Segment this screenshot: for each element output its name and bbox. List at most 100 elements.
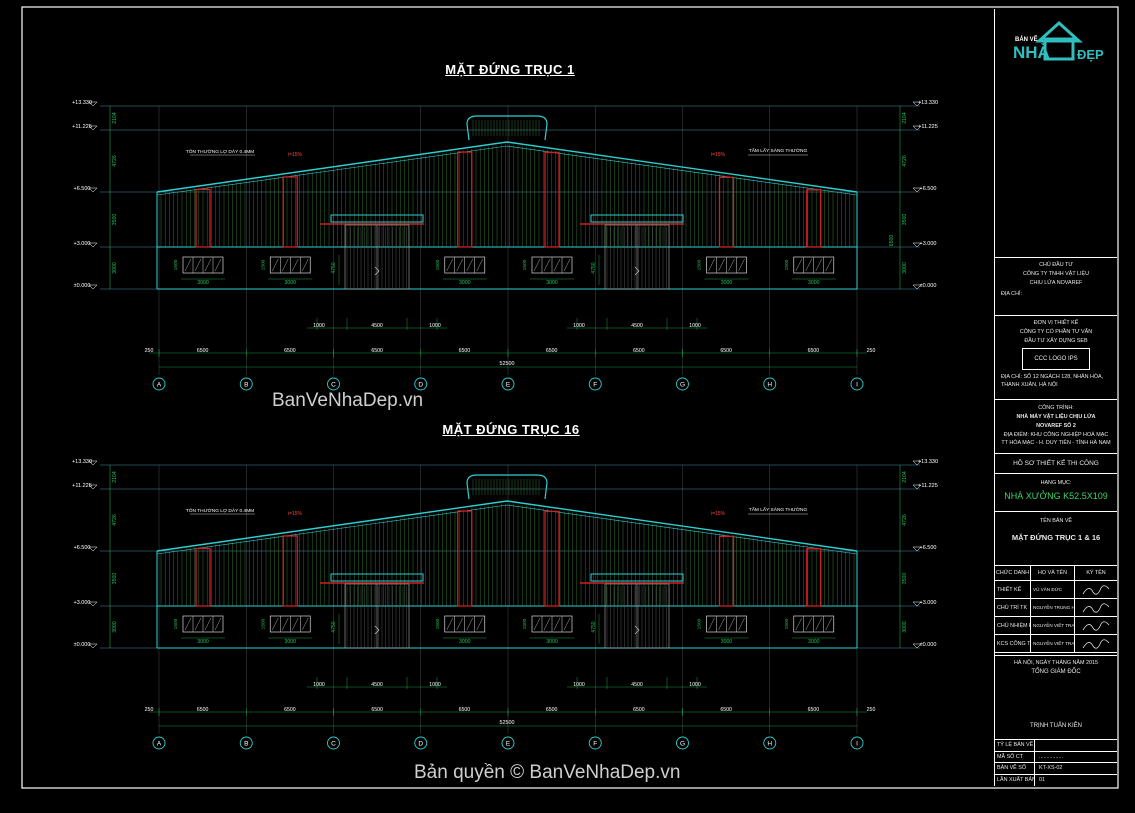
window-3: 3000 1500 [435, 615, 487, 645]
project-line2: NOVAREF SỐ 2 [1036, 423, 1076, 429]
meta-row: BẢN VẼ SỐ KT-XS-02 [995, 763, 1117, 775]
level-label-right: +13.330 [918, 459, 938, 465]
signature-table: CHỨC DANH HỌ VÀ TÊN KÝ TÊN THIẾT KẾ VŨ VĂN … [995, 565, 1117, 656]
meta-label: BẢN VẼ SỐ [995, 763, 1035, 774]
door-dim-label: 1000 [429, 323, 441, 329]
owner-section: CHỦ ĐẦU TƯ CÔNG TY TNHH VẬT LIỆU CHỊU LỬ… [995, 257, 1117, 316]
dim-label-right: 4726 [902, 155, 908, 167]
door-dim-label: 4500 [371, 323, 383, 329]
bay-dim-label: 6500 [197, 707, 209, 713]
signature-row: CHỦ NHIỆM ĐANGUYỄN VIẾT TRANG [995, 617, 1117, 635]
signature-name: NGUYỄN TRUNG HOÀNG [1031, 599, 1075, 616]
window-height-label: 1500 [522, 618, 528, 629]
window-glass-mark [563, 617, 571, 631]
bay-dim-label: 250 [145, 707, 154, 713]
axis-label: D [418, 740, 423, 747]
sheet-frame [21, 6, 1119, 789]
window-height-label: 1500 [173, 259, 179, 270]
window-glass-mark [728, 617, 735, 631]
window-height-label: 1500 [784, 618, 790, 629]
dim-label-left: 2104 [112, 471, 118, 483]
window-1: 3000 1500 [173, 256, 225, 286]
axis-label: A [157, 381, 162, 388]
annotation-slope-right: i=15% [711, 511, 726, 517]
level-label-left: ±0.000 [74, 283, 91, 289]
window-glass-mark [708, 617, 715, 631]
axis-label: A [157, 740, 162, 747]
meta-value: 01 [1039, 776, 1045, 783]
annotation-skylight: TẤM LẤY SÁNG THƯỜNG [749, 147, 808, 154]
bay-dim-label: 6500 [284, 348, 296, 354]
axis-label: B [244, 740, 248, 747]
window-glass-mark [553, 258, 561, 272]
axis-marker-E: E [501, 377, 515, 391]
owner-line2: CHỊU LỬA NOVAREF [1029, 280, 1083, 286]
column-rect [544, 510, 560, 607]
column-rect [544, 151, 560, 248]
axis-label: F [593, 740, 597, 747]
watermark-bottom: Bản quyền © BanVeNhaDep.vn [414, 762, 681, 783]
window-dim-label: 3000 [197, 639, 209, 645]
window-glass-mark [825, 617, 832, 631]
signature-header-cell: KÝ TÊN [1086, 570, 1106, 576]
window-4: 3000 1500 [522, 256, 574, 286]
signature-name: NGUYỄN VIẾT TRANG [1031, 617, 1075, 634]
dim-label-right: 4726 [902, 514, 908, 526]
approval-section: HÀ NỘI, NGÀY THÁNG NĂM 2015 TỔNG GIÁM ĐỐ… [995, 655, 1117, 740]
meta-label: LẦN XUẤT BẢN [995, 774, 1035, 786]
signature-rows: THIẾT KẾ VŨ VĂN ĐỨC CHỦ TRÌ TK NGUYỄN TRUNG… [995, 581, 1117, 653]
signature-role: KCS CÔNG TY [995, 635, 1031, 652]
logo-nha-text: NHÀ [1013, 43, 1050, 62]
meta-label: MÃ SỐ CT [995, 751, 1035, 762]
dim-label-right: 3500 [902, 573, 908, 585]
level-label-right: ±0.000 [920, 642, 937, 648]
column-rect [282, 535, 298, 607]
door-1: 4750 [320, 214, 424, 290]
door-2: 4750 [580, 573, 684, 649]
bay-dim-label: 6500 [371, 707, 383, 713]
dim-label-left: 4726 [112, 514, 118, 526]
window-glass-mark [446, 617, 453, 631]
bay-dim-label: 6500 [633, 707, 645, 713]
window-height-label: 1500 [697, 259, 703, 270]
signature-mark-icon [1075, 617, 1117, 634]
window-2: 3000 1500 [260, 615, 313, 645]
item-value: NHÀ XƯỞNG K52.5X109 [1004, 491, 1108, 501]
door-canopy [330, 573, 424, 582]
axis-marker-D: D [414, 736, 428, 750]
window-glass-mark [805, 617, 812, 631]
door-dim-label: 4500 [371, 682, 383, 688]
meta-value: KT-XS-02 [1039, 765, 1063, 771]
signature-row: KCS CÔNG TYNGUYỄN VIẾT TRANG [995, 635, 1117, 653]
axis-label: C [331, 740, 336, 747]
door-dim-label: 1000 [573, 682, 585, 688]
dim-label-right: 3000 [902, 621, 908, 633]
window-glass-mark [738, 258, 745, 272]
window-dim-label: 3000 [721, 639, 733, 645]
meta-row: LẦN XUẤT BẢN 01 [995, 774, 1117, 786]
door-dim-label: 1000 [689, 323, 701, 329]
axis-label: C [331, 381, 336, 388]
annotation-slope-right: i=15% [711, 152, 726, 158]
dim-label-right: 3500 [902, 214, 908, 226]
title-block: BẢN VẼ NHÀ ĐẸP CHỦ ĐẦU TƯ CÔNG TY TNHH V… [994, 9, 1117, 786]
project-site: ĐỊA ĐIỂM: KHU CÔNG NGHIỆP HOÀ MẠC [1003, 432, 1109, 438]
dim-label-left: 3000 [112, 262, 118, 274]
level-label-right: +6.500 [920, 545, 937, 551]
bay-dim-label: 6500 [720, 707, 732, 713]
door-dim-label: 1000 [689, 682, 701, 688]
level-label-right: +3.000 [920, 241, 937, 247]
signature-name: VŨ VĂN ĐỨC [1031, 581, 1075, 598]
axis-label: H [767, 740, 772, 747]
window-glass-mark [184, 617, 192, 631]
window-height-label: 1500 [260, 618, 266, 629]
bay-dim-label: 250 [867, 348, 876, 354]
door-dim-label: 1000 [429, 682, 441, 688]
window-glass-mark [446, 258, 453, 272]
column-rect [457, 510, 473, 607]
project-label: CÔNG TRÌNH: [1038, 405, 1074, 411]
axis-label: H [767, 381, 772, 388]
level-label-right: +11.225 [918, 483, 938, 489]
door-canopy [330, 214, 424, 223]
axis-label: E [506, 740, 511, 747]
